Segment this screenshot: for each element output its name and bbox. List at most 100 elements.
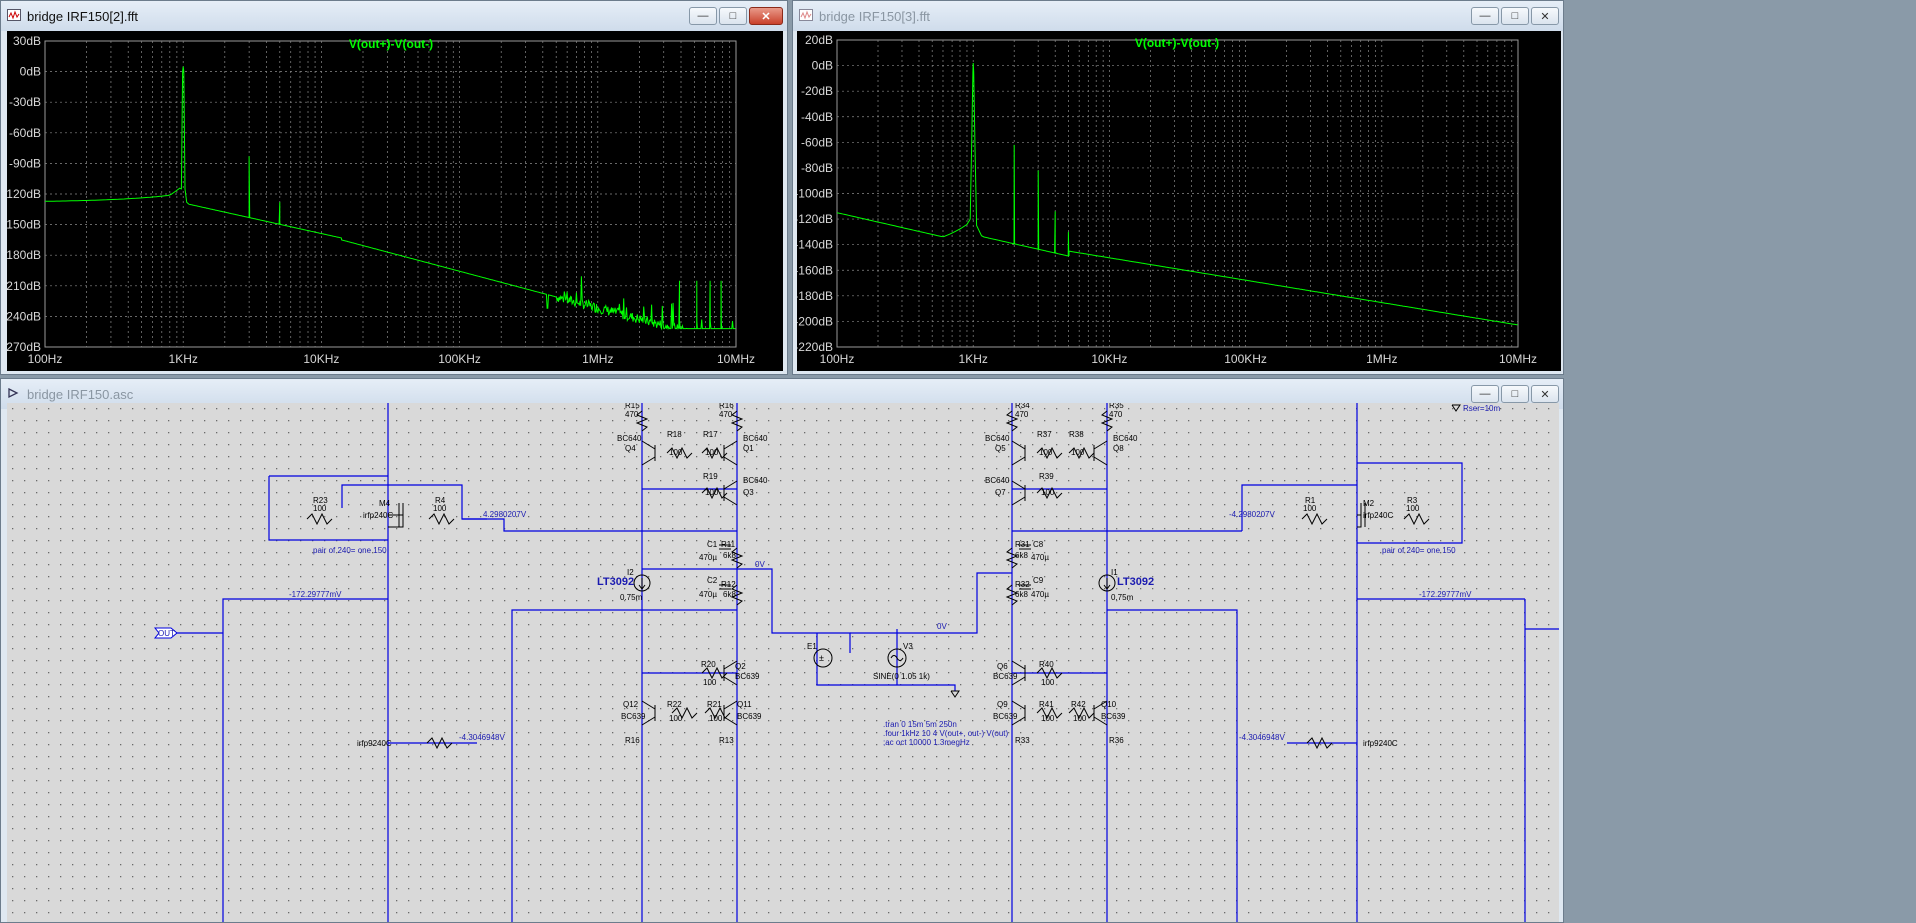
schematic-label-q10[interactable]: Q10 <box>1101 700 1117 709</box>
close-button[interactable]: ✕ <box>749 7 783 25</box>
trace-label[interactable]: V(out+)-V(out-) <box>1135 36 1219 50</box>
titlebar-fft-2[interactable]: bridge IRF150[3].fft — □ ✕ <box>793 1 1563 31</box>
schematic-canvas[interactable]: ± R15 470 R16 470 R34 470 R35 470 BC640 Q4 R18 100 R… <box>7 401 1559 923</box>
schematic-label-bc639c[interactable]: BC639 <box>621 712 646 721</box>
schematic-label-v1[interactable]: 4.2980207V <box>483 510 527 519</box>
schematic-label-r13[interactable]: R13 <box>719 736 734 745</box>
schematic-label-r18v[interactable]: 100 <box>669 448 683 457</box>
schematic-label-r17[interactable]: R17 <box>703 430 718 439</box>
schematic-label-v2[interactable]: -4.2980207V <box>1229 510 1275 519</box>
schematic-label-r34v[interactable]: 470 <box>1015 410 1029 419</box>
schematic-label-r34[interactable]: R34 <box>1015 401 1030 410</box>
schematic-label-dir3[interactable]: ;ac oct 10000 1.3megHz <box>883 738 970 747</box>
schematic-label-q4[interactable]: Q4 <box>625 444 636 453</box>
schematic-label-r15v[interactable]: 470 <box>625 410 639 419</box>
schematic-label-r41v[interactable]: 100 <box>1041 714 1055 723</box>
schematic-label-sine[interactable]: SINE(0 1.05 1k) <box>873 672 930 681</box>
schematic-label-c2[interactable]: C2 <box>707 576 718 585</box>
schematic-label-r21[interactable]: R21 <box>707 700 722 709</box>
schematic-label-r20[interactable]: R20 <box>701 660 716 669</box>
schematic-label-r33[interactable]: R33 <box>1015 736 1030 745</box>
schematic-label-r16b[interactable]: R16 <box>625 736 640 745</box>
schematic-label-r40v[interactable]: 100 <box>1041 678 1055 687</box>
schematic-label-bc640d[interactable]: BC640 <box>1113 434 1138 443</box>
schematic-label-bc640b[interactable]: BC640 <box>743 434 768 443</box>
schematic-label-q2[interactable]: Q2 <box>735 662 746 671</box>
schematic-label-r19v[interactable]: 100 <box>705 488 719 497</box>
schematic-label-r37[interactable]: R37 <box>1037 430 1052 439</box>
maximize-button[interactable]: □ <box>719 7 747 25</box>
schematic-label-r16[interactable]: R16 <box>719 401 734 410</box>
schematic-label-r17v[interactable]: 100 <box>705 448 719 457</box>
schematic-label-r41[interactable]: R41 <box>1039 700 1054 709</box>
schematic-label-r35v[interactable]: 470 <box>1109 410 1123 419</box>
schematic-label-zerov2[interactable]: 0V <box>937 622 947 631</box>
schematic-label-r15[interactable]: R15 <box>625 401 640 410</box>
schematic-label-dir1[interactable]: .tran 0 15m 5m 250n <box>883 720 957 729</box>
fft-plot-1[interactable]: 30dB 0dB -30dB -60dB -90dB -120dB -150dB -180dB… <box>7 31 783 371</box>
schematic-label-c9v[interactable]: 470µ <box>1031 590 1049 599</box>
schematic-label-r19[interactable]: R19 <box>703 472 718 481</box>
schematic-label-r12v[interactable]: 6k8 <box>723 590 736 599</box>
schematic-label-r32v[interactable]: 6k8 <box>1015 590 1028 599</box>
schematic-label-r31[interactable]: R31 <box>1015 540 1030 549</box>
schematic-label-bc639a[interactable]: BC639 <box>735 672 760 681</box>
schematic-label-r12[interactable]: R12 <box>721 580 736 589</box>
schematic-label-pair1[interactable]: pair of 240= one 150 <box>313 546 387 555</box>
schematic-label-pair2[interactable]: pair of 240= one 150 <box>1382 546 1456 555</box>
schematic-label-r16v[interactable]: 470 <box>719 410 733 419</box>
schematic-label-i1v[interactable]: 0.75m <box>1111 593 1134 602</box>
schematic-label-irfp240c_a[interactable]: irfp240C <box>363 511 393 520</box>
schematic-label-q5[interactable]: Q5 <box>995 444 1006 453</box>
schematic-label-c8v[interactable]: 470µ <box>1031 553 1049 562</box>
schematic-label-r35[interactable]: R35 <box>1109 401 1124 410</box>
schematic-label-zerov1[interactable]: 0V <box>755 560 765 569</box>
fft-plot-pane[interactable]: 20dB 0dB -20dB -40dB -60dB -80dB -100dB -120dB -… <box>797 31 1561 371</box>
schematic-label-r22[interactable]: R22 <box>667 700 682 709</box>
schematic-label-m2[interactable]: M2 <box>1363 499 1375 508</box>
schematic-label-bc639e[interactable]: BC639 <box>993 712 1018 721</box>
schematic-window[interactable]: bridge IRF150.asc — □ ✕ ± R15 470 R16 47… <box>0 378 1564 923</box>
schematic-label-r38[interactable]: R38 <box>1069 430 1084 439</box>
schematic-label-bc639f[interactable]: BC639 <box>1101 712 1126 721</box>
schematic-label-r38v[interactable]: 100 <box>1071 448 1085 457</box>
schematic-label-r32[interactable]: R32 <box>1015 580 1030 589</box>
schematic-label-r1v[interactable]: 100 <box>1303 504 1317 513</box>
schematic-label-r22v[interactable]: 100 <box>669 714 683 723</box>
schematic-label-c1[interactable]: C1 <box>707 540 718 549</box>
schematic-label-q9[interactable]: Q9 <box>997 700 1008 709</box>
schematic-label-r11[interactable]: R11 <box>721 540 736 549</box>
schematic-label-r37v[interactable]: 100 <box>1039 448 1053 457</box>
schematic-label-q12[interactable]: Q12 <box>623 700 639 709</box>
schematic-label-v3[interactable]: V3 <box>903 642 913 651</box>
fft-plot-pane[interactable]: 30dB 0dB -30dB -60dB -90dB -120dB -150dB -180dB… <box>7 31 783 371</box>
minimize-button[interactable]: — <box>1471 7 1499 25</box>
schematic-label-q11[interactable]: Q11 <box>737 700 752 709</box>
minimize-button[interactable]: — <box>1471 385 1499 403</box>
schematic-label-mv2[interactable]: -172.29777mV <box>1419 590 1472 599</box>
schematic-label-bc640a[interactable]: BC640 <box>617 434 642 443</box>
close-button[interactable]: ✕ <box>1531 7 1559 25</box>
schematic-label-dir2[interactable]: .four 1kHz 10 4 V(out+, out-) V(out) <box>883 729 1009 738</box>
schematic-label-mv1[interactable]: -172.29777mV <box>289 590 342 599</box>
schematic-label-out[interactable]: OUT <box>158 629 175 638</box>
schematic-label-bc640e[interactable]: BC640 <box>743 476 768 485</box>
close-button[interactable]: ✕ <box>1531 385 1559 403</box>
schematic-label-i2v[interactable]: 0.75m <box>620 593 643 602</box>
fft-window-2[interactable]: bridge IRF150[3].fft — □ ✕ 20dB 0dB -20dB -… <box>792 0 1564 375</box>
schematic-label-e1[interactable]: E1 <box>807 642 817 651</box>
schematic-label-q3[interactable]: Q3 <box>743 488 754 497</box>
schematic-label-lt2[interactable]: LT3092 <box>1117 576 1154 588</box>
schematic-label-lt1[interactable]: LT3092 <box>597 576 634 588</box>
schematic-label-v3a[interactable]: -4.3046948V <box>459 733 505 742</box>
schematic-label-r21v[interactable]: 100 <box>709 714 723 723</box>
schematic-label-bc639b[interactable]: BC639 <box>993 672 1018 681</box>
schematic-label-c2v[interactable]: 470µ <box>699 590 717 599</box>
schematic-label-r20v[interactable]: 100 <box>703 678 717 687</box>
schematic-label-r11v[interactable]: 6k8 <box>723 551 736 560</box>
schematic-drawing[interactable]: ± R15470R16470R34470R35470BC640Q4R18100R… <box>7 401 1559 923</box>
schematic-label-v3b[interactable]: -4.3046948V <box>1239 733 1285 742</box>
schematic-label-r42[interactable]: R42 <box>1071 700 1086 709</box>
minimize-button[interactable]: — <box>689 7 717 25</box>
schematic-label-r42v[interactable]: 100 <box>1073 714 1087 723</box>
